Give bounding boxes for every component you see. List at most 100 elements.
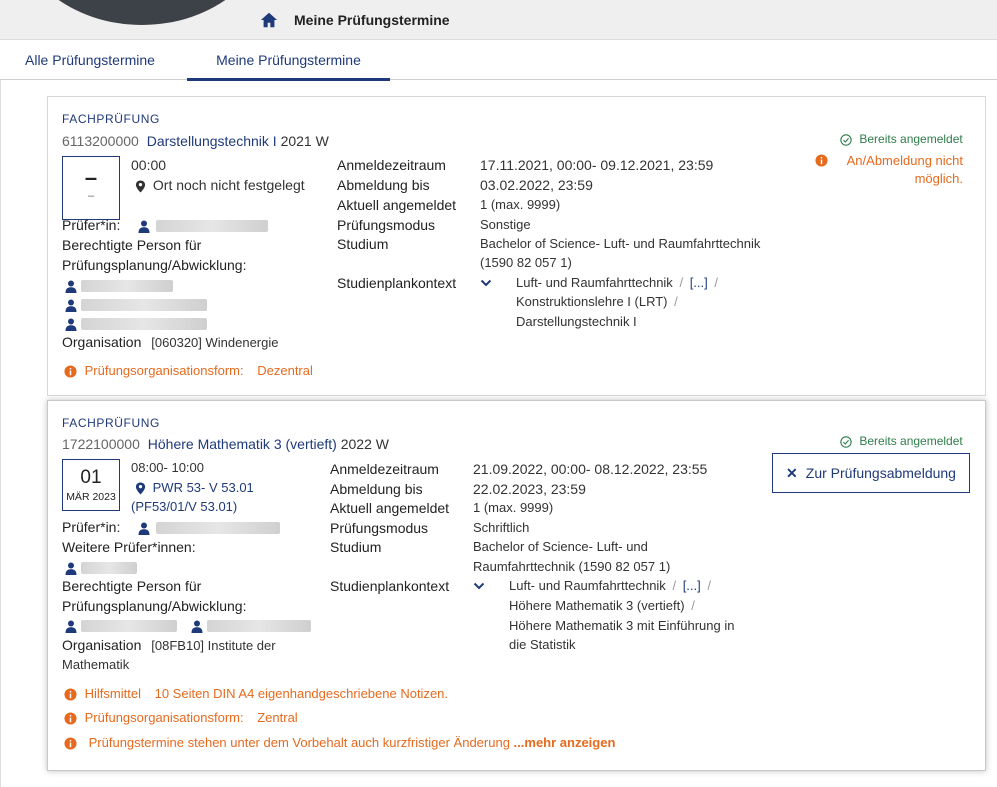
exam-number: 6113200000: [62, 133, 139, 149]
person-icon: [191, 620, 203, 633]
status-badge: Bereits angemeldet: [840, 434, 963, 448]
info-icon: [815, 154, 828, 167]
info-icon: [64, 365, 77, 378]
registered-value: 1 (max. 9999): [480, 197, 561, 212]
exam-semester: 2022 W: [340, 436, 389, 452]
info-icon: [64, 688, 77, 701]
organisation-value-2: Mathematik: [62, 657, 130, 672]
breadcrumb: Meine Prüfungstermine: [260, 11, 450, 29]
context-label: Studienplankontext: [337, 275, 457, 291]
info-notice: Prüfungstermine stehen unter dem Vorbeha…: [64, 735, 615, 750]
separator: /: [707, 578, 711, 593]
separator: /: [674, 294, 678, 309]
organisation-row: Organisation [060320] Windenergie: [62, 334, 278, 350]
person-name: [206, 620, 311, 633]
check-circle-icon: [840, 134, 852, 146]
context-item-row: Höhere Mathematik 3 (vertieft) /: [509, 598, 695, 613]
home-icon[interactable]: [260, 11, 278, 29]
dereg-label: Abmeldung bis: [330, 481, 423, 497]
responsible-person[interactable]: [65, 617, 177, 633]
context-path: Luft- und Raumfahrttechnik / [...] /: [516, 275, 718, 290]
tab-all-exams[interactable]: Alle Prüfungstermine: [25, 40, 165, 80]
mode-value: Sonstige: [480, 217, 531, 232]
chevron-down-icon[interactable]: [480, 278, 492, 288]
registration-warning: An/Abmeldung nicht möglich.: [815, 152, 963, 188]
study-value: Bachelor of Science- Luft- und: [473, 539, 648, 554]
registered-label: Aktuell angemeldet: [337, 197, 457, 213]
context-item-row: Konstruktionslehre I (LRT) /: [516, 294, 678, 309]
info-value: Zentral: [257, 710, 298, 725]
map-pin-icon: [135, 180, 146, 193]
date-day: –: [84, 165, 98, 190]
location-text: PWR 53- V 53.01: [152, 480, 254, 495]
exam-location-link[interactable]: PWR 53- V 53.01: [135, 480, 254, 495]
responsible-person[interactable]: [65, 296, 207, 312]
person-name: [80, 620, 177, 633]
organisation-label: Organisation: [62, 637, 142, 653]
exam-semester: 2021 W: [280, 133, 329, 149]
top-bar: Meine Prüfungstermine: [0, 0, 997, 40]
study-value-2: (1590 82 057 1): [480, 255, 572, 270]
date-day: 01: [80, 467, 102, 488]
exam-kind: FACHPRÜFUNG: [62, 416, 160, 430]
organisation-label: Organisation: [62, 334, 142, 350]
context-item: Luft- und Raumfahrttechnik: [516, 275, 673, 290]
chevron-down-icon[interactable]: [473, 581, 485, 591]
exam-course-link[interactable]: Darstellungstechnik I: [147, 133, 277, 149]
person-icon: [65, 280, 77, 293]
exam-time: 00:00: [131, 157, 167, 173]
context-item: Darstellungstechnik I: [516, 314, 637, 329]
reg-period-value: 17.11.2021, 00:00- 09.12.2021, 23:59: [480, 157, 714, 173]
responsible-person[interactable]: [65, 315, 207, 331]
responsible-person[interactable]: [65, 277, 173, 293]
separator: /: [691, 598, 695, 613]
examiner-name[interactable]: [156, 220, 269, 233]
context-path: Luft- und Raumfahrttechnik / [...] /: [509, 578, 711, 593]
exam-time: 08:00- 10:00: [131, 460, 205, 475]
person-icon: [65, 299, 77, 312]
status-badge: Bereits angemeldet: [840, 132, 963, 146]
person-name: [80, 280, 173, 293]
exam-location: Ort noch nicht festgelegt: [135, 177, 305, 193]
info-aids: Hilfsmittel 10 Seiten DIN A4 eigenhandge…: [64, 686, 448, 701]
examiner-label: Prüfer*in:: [62, 519, 121, 535]
exam-title-line: 1722100000 Höhere Mathematik 3 (vertieft…: [62, 436, 389, 452]
context-expand-link[interactable]: [...]: [683, 578, 701, 593]
examiner-name[interactable]: [156, 522, 281, 535]
responsible-person[interactable]: [191, 617, 311, 633]
separator: /: [714, 275, 718, 290]
organisation-value: [08FB10] Institute der: [151, 638, 276, 653]
person-icon: [65, 318, 77, 331]
person-icon: [65, 562, 77, 575]
exam-number: 1722100000: [62, 436, 140, 452]
status-text: Bereits angemeldet: [859, 434, 963, 448]
info-icon: [64, 737, 77, 750]
info-icon: [64, 712, 77, 725]
context-label: Studienplankontext: [330, 578, 450, 594]
person-icon: [138, 522, 150, 535]
registered-label: Aktuell angemeldet: [330, 500, 450, 516]
context-expand-link[interactable]: [...]: [690, 275, 708, 290]
mode-value: Schriftlich: [473, 520, 530, 535]
exam-location-room[interactable]: (PF53/01/V 53.01): [131, 499, 237, 514]
further-examiner-person[interactable]: [65, 559, 137, 575]
person-name: [80, 299, 207, 312]
dereg-label: Abmeldung bis: [337, 177, 430, 193]
show-more-link[interactable]: ...mehr anzeigen: [514, 735, 616, 750]
university-logo[interactable]: [12, 0, 272, 25]
mode-label: Prüfungsmodus: [337, 217, 436, 233]
deregister-button[interactable]: ✕ Zur Prüfungsabmeldung: [772, 453, 970, 493]
page-title: Meine Prüfungstermine: [294, 12, 450, 28]
context-item: Höhere Mathematik 3 (vertieft): [509, 598, 685, 613]
exam-course-link[interactable]: Höhere Mathematik 3 (vertieft): [148, 436, 337, 452]
person-icon: [138, 220, 150, 233]
close-icon: ✕: [786, 464, 798, 481]
study-label: Studium: [337, 236, 389, 252]
check-circle-icon: [840, 436, 852, 448]
context-item: Höhere Mathematik 3 mit Einführung in: [509, 618, 735, 633]
person-name: [80, 562, 137, 575]
study-label: Studium: [330, 539, 382, 555]
context-item: Luft- und Raumfahrttechnik: [509, 578, 666, 593]
tab-my-exams[interactable]: Meine Prüfungstermine: [187, 40, 390, 81]
separator: /: [679, 275, 684, 290]
